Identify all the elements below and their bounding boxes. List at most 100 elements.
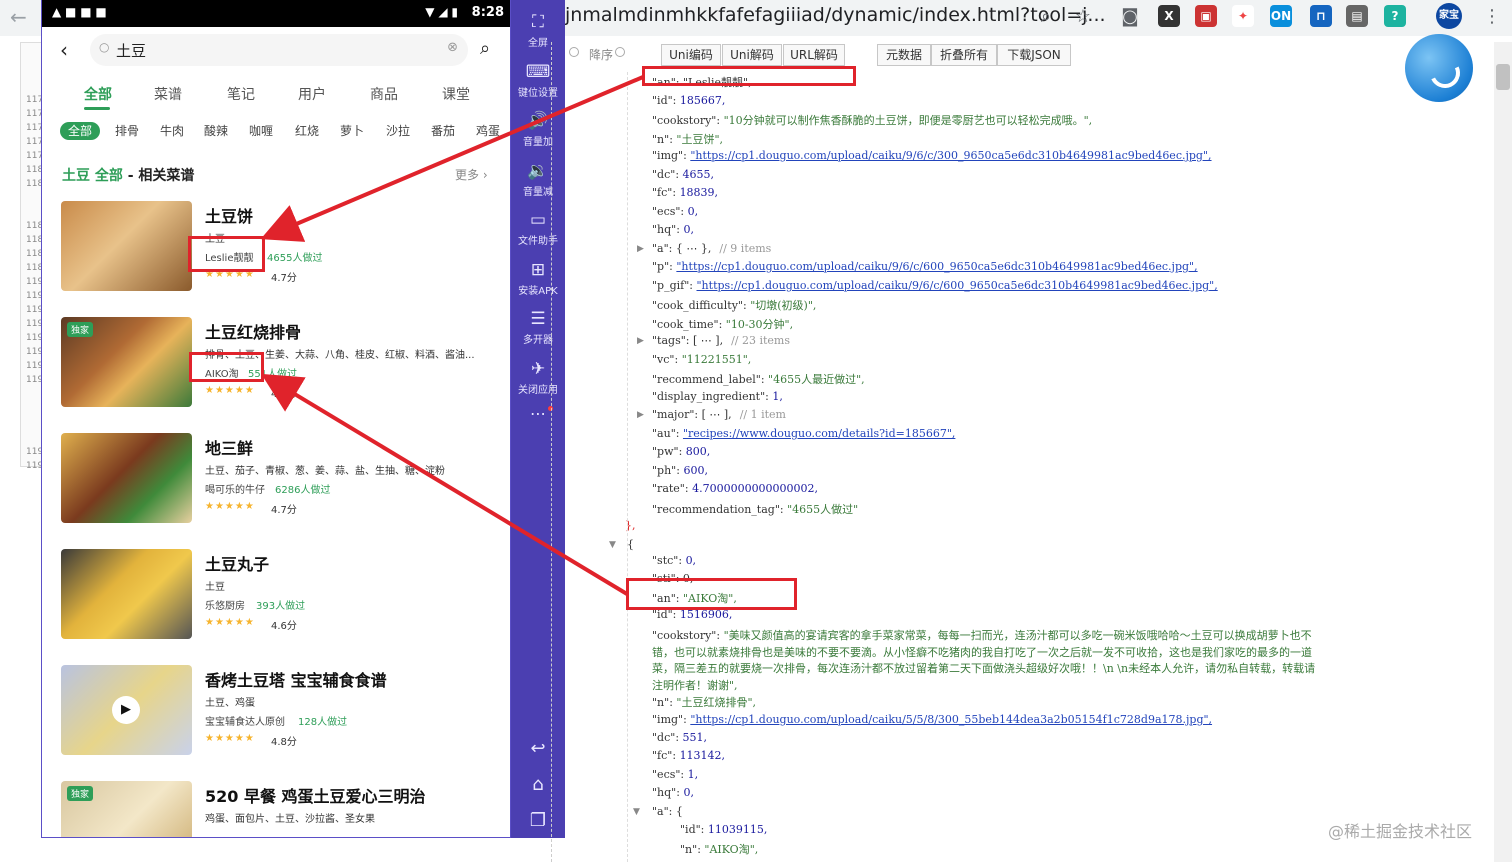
more-dots-icon[interactable]: ⋯	[511, 404, 565, 423]
side-panel-label: 关闭应用	[518, 384, 558, 396]
json-btn-extra-2[interactable]: 下载JSON	[997, 44, 1071, 66]
search-icon[interactable]: ⌕	[480, 38, 490, 59]
recipe-thumbnail[interactable]: 独家	[61, 317, 192, 407]
extension-screen-icon[interactable]: ▣	[1195, 5, 1217, 27]
filter-tag-4[interactable]: 咖喱	[249, 122, 273, 140]
address-bar[interactable]: jnmalmdinmhkkfafefagiiiad/dynamic/index.…	[565, 4, 1106, 26]
annotation-box-json-an-1	[642, 66, 856, 86]
json-key: "cook_difficulty":	[652, 299, 751, 312]
recipe-item[interactable]: 独家 土豆红烧排骨 排骨、土豆、生姜、大蒜、八角、桂皮、红椒、料酒、酱油... AIK…	[42, 317, 510, 433]
tab-5[interactable]: 课堂	[442, 84, 470, 104]
json-btn-0[interactable]: Uni编码	[661, 44, 721, 66]
more-link[interactable]: 更多 ›	[455, 166, 488, 183]
side-panel-volume-up[interactable]: 🔊 音量加	[511, 111, 565, 148]
json-value[interactable]: "https://cp1.douguo.com/upload/caiku/9/6…	[697, 279, 1218, 292]
filter-tag-3[interactable]: 酸辣	[204, 122, 228, 140]
more-label: 更多	[455, 168, 480, 182]
side-panel-volume-down[interactable]: 🔉 音量减	[511, 161, 565, 198]
json-value: 0,	[687, 205, 699, 218]
recipe-thumbnail[interactable]	[61, 549, 192, 639]
bookmark-star-icon[interactable]: ☆	[1071, 5, 1095, 29]
fold-toggle-icon[interactable]: ▶	[637, 336, 644, 346]
recipe-item[interactable]: ▶ 香烤土豆塔 宝宝辅食食谱 土豆、鸡蛋 宝宝辅食达人原创 128人做过 ★★★★★ 4.8…	[42, 665, 510, 781]
recipe-thumbnail[interactable]	[61, 201, 192, 291]
tab-3[interactable]: 用户	[298, 84, 326, 104]
json-line: "a": {	[652, 805, 683, 818]
scrollbar-thumb[interactable]	[1496, 64, 1510, 90]
json-value: [ ⋯ ],	[693, 334, 724, 347]
profile-avatar[interactable]: 家宝	[1436, 3, 1462, 29]
json-btn-1[interactable]: Uni解码	[722, 44, 782, 66]
fold-toggle-icon[interactable]: ▼	[609, 540, 616, 550]
filter-tag-6[interactable]: 萝卜	[340, 122, 364, 140]
extension-on-icon[interactable]: ON	[1270, 5, 1292, 27]
recipe-score: 4.8分	[271, 737, 297, 748]
side-panel-install-apk[interactable]: ⊞ 安装APK	[511, 260, 565, 297]
json-value[interactable]: "https://cp1.douguo.com/upload/caiku/5/5…	[690, 713, 1212, 726]
json-btn-2[interactable]: URL解码	[783, 44, 845, 66]
recipe-thumbnail[interactable]: 独家	[61, 781, 192, 837]
recipe-title: 土豆丸子	[205, 555, 270, 574]
asc-radio[interactable]	[569, 47, 579, 57]
back-arrow-icon[interactable]: ←	[10, 5, 27, 29]
side-panel-close-app[interactable]: ✈ 关闭应用	[511, 359, 565, 396]
emulator-side-panel: ⛶ 全屏 ⌨ 键位设置 🔊 音量加 🔉 音量减 ▭ 文件助手 ⊞ 安装APK ☰ 多开器 ✈ 关闭应用 ⋯ ↩…	[511, 0, 565, 838]
back-chevron-icon[interactable]: ‹	[60, 38, 68, 62]
tab-4[interactable]: 商品	[370, 84, 398, 104]
camera-icon[interactable]: ◙	[1118, 5, 1142, 29]
tab-2[interactable]: 笔记	[227, 84, 255, 104]
nav-back-icon[interactable]: ↩	[511, 738, 565, 759]
play-icon[interactable]: ▶	[112, 696, 140, 724]
filter-tag-5[interactable]: 红烧	[295, 122, 319, 140]
json-value: 4.7000000000000002,	[692, 482, 819, 495]
fold-toggle-icon[interactable]: ▶	[637, 410, 644, 420]
recipe-thumbnail[interactable]	[61, 433, 192, 523]
side-panel-fullscreen[interactable]: ⛶ 全屏	[511, 12, 565, 49]
extension-help-icon[interactable]: ?	[1384, 5, 1406, 27]
json-value: "美味又颜值高的宴请宾客的拿手菜家常菜，每每一扫而光，连汤汁都可以多吃一碗米饭哦…	[723, 629, 1312, 642]
filter-tag-7[interactable]: 沙拉	[386, 122, 410, 140]
json-value[interactable]: "https://cp1.douguo.com/upload/caiku/9/6…	[690, 149, 1211, 162]
extension-n-icon[interactable]: ⊓	[1310, 5, 1332, 27]
nav-home-icon[interactable]: ⌂	[511, 774, 565, 795]
json-btn-extra-0[interactable]: 元数据	[877, 44, 931, 66]
tab-0[interactable]: 全部	[84, 84, 112, 104]
recipe-item[interactable]: 土豆丸子 土豆 乐悠厨房 393人做过 ★★★★★ 4.6分	[42, 549, 510, 665]
tab-1[interactable]: 菜谱	[154, 84, 182, 104]
filter-tag-8[interactable]: 番茄	[431, 122, 455, 140]
json-value[interactable]: "https://cp1.douguo.com/upload/caiku/9/6…	[676, 260, 1197, 273]
sort-desc-label[interactable]: 降序	[589, 46, 613, 63]
recipe-item[interactable]: 独家 520 早餐 鸡蛋土豆爱心三明治 鸡蛋、面包片、土豆、沙拉酱、圣女果	[42, 781, 510, 837]
zoom-icon[interactable]: ⌕	[1034, 5, 1058, 29]
extension-pinwheel-icon[interactable]: ✦	[1232, 5, 1254, 27]
side-panel-file-helper[interactable]: ▭ 文件助手	[511, 210, 565, 247]
filter-tag-9[interactable]: 鸡蛋	[476, 122, 500, 140]
volume-up-icon: 🔊	[527, 111, 549, 131]
extension-window-icon[interactable]: ▤	[1346, 5, 1368, 27]
json-line: "p": "https://cp1.douguo.com/upload/caik…	[652, 260, 1198, 273]
filter-tag-0[interactable]: 全部	[60, 122, 101, 140]
sort-radio[interactable]	[615, 47, 625, 57]
menu-kebab-icon[interactable]: ⋮	[1480, 5, 1504, 29]
filter-tag-2[interactable]: 牛肉	[160, 122, 184, 140]
recipe-item[interactable]: 地三鲜 土豆、茄子、青椒、葱、姜、蒜、盐、生抽、糖、淀粉 喝可乐的牛仔 6286人做过…	[42, 433, 510, 549]
json-value[interactable]: "recipes://www.douguo.com/details?id=185…	[683, 427, 955, 440]
json-value: 551,	[682, 731, 708, 744]
warning-icon: ▲ ■ ■ ■	[52, 5, 107, 19]
search-input[interactable]: ○ 土豆 ⊗	[90, 34, 468, 66]
json-line: "img": "https://cp1.douguo.com/upload/ca…	[652, 713, 1212, 726]
fold-toggle-icon[interactable]: ▶	[637, 244, 644, 254]
json-btn-extra-1[interactable]: 折叠所有	[931, 44, 997, 66]
side-panel-keyboard[interactable]: ⌨ 键位设置	[511, 62, 565, 99]
side-panel-multi-open[interactable]: ☰ 多开器	[511, 309, 565, 346]
recipe-thumbnail[interactable]: ▶	[61, 665, 192, 755]
recipe-item[interactable]: 土豆饼 土豆 Leslie靓靓 4655人做过 ★★★★★ 4.7分	[42, 201, 510, 317]
filter-tag-1[interactable]: 排骨	[115, 122, 139, 140]
nav-recents-icon[interactable]: ❐	[511, 810, 565, 831]
annotation-box-author-2	[189, 352, 264, 382]
annotation-box-author-1	[188, 236, 265, 272]
clear-icon[interactable]: ⊗	[447, 40, 458, 55]
scrollbar-track[interactable]	[1494, 42, 1512, 862]
fold-toggle-icon[interactable]: ▼	[633, 807, 640, 817]
extension-x-icon[interactable]: X	[1158, 5, 1180, 27]
